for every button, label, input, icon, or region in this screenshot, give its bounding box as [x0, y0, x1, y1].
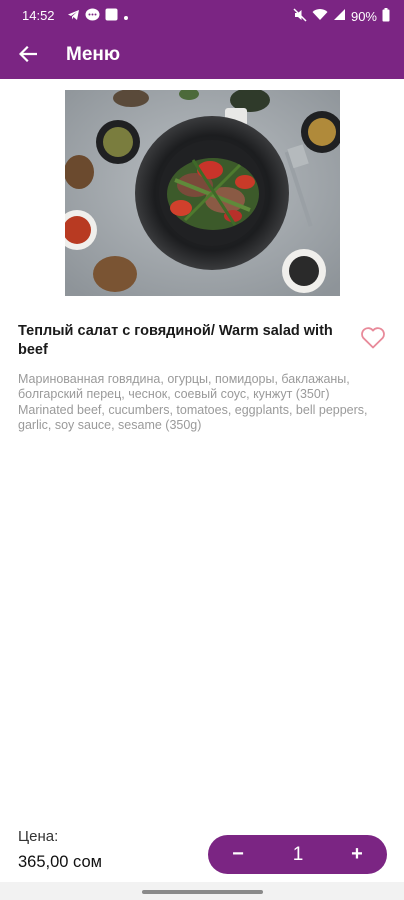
- gesture-handle[interactable]: [142, 890, 263, 894]
- system-icons: 90%: [293, 6, 390, 26]
- page-title: Меню: [66, 44, 121, 65]
- square-app-icon: [105, 8, 118, 24]
- heart-outline-icon: [360, 327, 386, 354]
- notification-icons: [67, 6, 129, 26]
- product-image: [65, 90, 340, 296]
- status-bar: 14:52 90%: [0, 0, 404, 32]
- chat-bubble-icon: [85, 8, 100, 25]
- decrease-quantity-button[interactable]: −: [214, 835, 262, 874]
- quantity-value: 1: [292, 843, 304, 865]
- app-bar: Меню: [0, 32, 404, 79]
- arrow-left-icon: [18, 45, 38, 67]
- battery-icon: [382, 7, 390, 25]
- wifi-icon: [312, 8, 328, 24]
- back-button[interactable]: [14, 42, 42, 70]
- telegram-icon: [67, 9, 80, 24]
- product-title: Теплый салат с говядиной/ Warm salad wit…: [18, 323, 333, 358]
- status-time: 14:52: [22, 8, 55, 23]
- price-label: Цена:: [18, 828, 59, 845]
- mute-icon: [293, 7, 307, 25]
- battery-percent: 90%: [350, 8, 377, 24]
- price-value: 365,00 сом: [18, 853, 103, 871]
- dot-icon: [123, 9, 129, 24]
- product-description: Маринованная говядина, огурцы, помидоры,…: [18, 372, 368, 432]
- increase-quantity-button[interactable]: +: [333, 835, 381, 874]
- quantity-stepper: − 1 +: [208, 835, 387, 874]
- signal-icon: [333, 8, 346, 24]
- favorite-button[interactable]: [360, 326, 386, 350]
